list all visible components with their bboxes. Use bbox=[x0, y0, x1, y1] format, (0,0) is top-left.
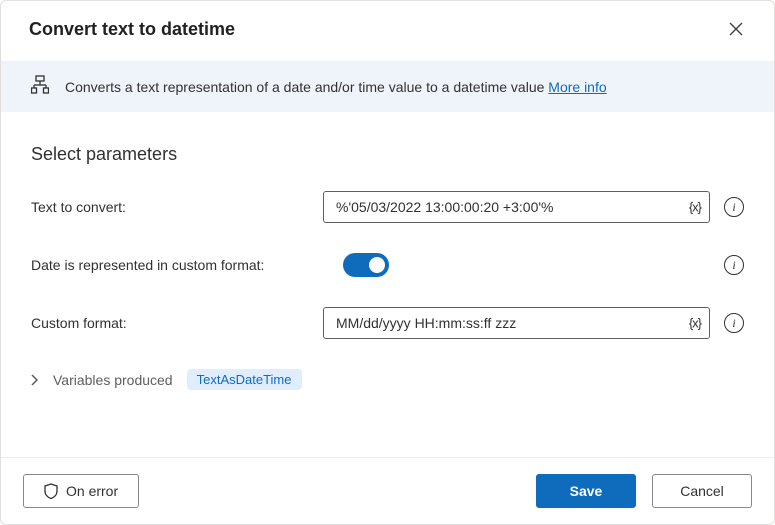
custom-format-label: Custom format: bbox=[31, 315, 311, 331]
banner-text: Converts a text representation of a date… bbox=[65, 79, 607, 95]
section-heading: Select parameters bbox=[31, 144, 744, 165]
text-to-convert-input[interactable] bbox=[334, 198, 675, 216]
help-icon[interactable]: i bbox=[724, 197, 744, 217]
variables-produced-row: Variables produced TextAsDateTime bbox=[31, 369, 744, 390]
variable-picker-icon[interactable]: {x} bbox=[689, 200, 701, 215]
cancel-button[interactable]: Cancel bbox=[652, 474, 752, 508]
close-icon bbox=[729, 22, 743, 36]
more-info-link[interactable]: More info bbox=[548, 79, 606, 95]
custom-format-field[interactable]: {x} bbox=[323, 307, 710, 339]
dialog-body: Select parameters Text to convert: {x} i… bbox=[1, 112, 774, 457]
custom-format-toggle-label: Date is represented in custom format: bbox=[31, 257, 331, 273]
text-to-convert-field[interactable]: {x} bbox=[323, 191, 710, 223]
info-banner: Converts a text representation of a date… bbox=[1, 61, 774, 112]
custom-format-toggle-row: Date is represented in custom format: i bbox=[31, 253, 744, 277]
chevron-right-icon[interactable] bbox=[31, 374, 39, 386]
footer-actions: Save Cancel bbox=[536, 474, 752, 508]
dialog-footer: On error Save Cancel bbox=[1, 457, 774, 524]
on-error-button[interactable]: On error bbox=[23, 474, 139, 508]
close-button[interactable] bbox=[722, 15, 750, 43]
dialog-title: Convert text to datetime bbox=[29, 19, 235, 40]
custom-format-input[interactable] bbox=[334, 314, 675, 332]
flow-icon bbox=[31, 75, 49, 98]
toggle-thumb bbox=[369, 257, 385, 273]
banner-description: Converts a text representation of a date… bbox=[65, 79, 548, 95]
variable-picker-icon[interactable]: {x} bbox=[689, 316, 701, 331]
text-to-convert-label: Text to convert: bbox=[31, 199, 311, 215]
convert-text-dialog: Convert text to datetime Converts a text… bbox=[0, 0, 775, 525]
shield-icon bbox=[44, 483, 58, 499]
on-error-label: On error bbox=[66, 483, 118, 499]
dialog-header: Convert text to datetime bbox=[1, 1, 774, 61]
save-button[interactable]: Save bbox=[536, 474, 636, 508]
text-to-convert-row: Text to convert: {x} i bbox=[31, 191, 744, 223]
variables-produced-label: Variables produced bbox=[53, 372, 173, 388]
help-icon[interactable]: i bbox=[724, 255, 744, 275]
help-icon[interactable]: i bbox=[724, 313, 744, 333]
custom-format-row: Custom format: {x} i bbox=[31, 307, 744, 339]
variable-output-pill[interactable]: TextAsDateTime bbox=[187, 369, 302, 390]
custom-format-toggle[interactable] bbox=[343, 253, 389, 277]
